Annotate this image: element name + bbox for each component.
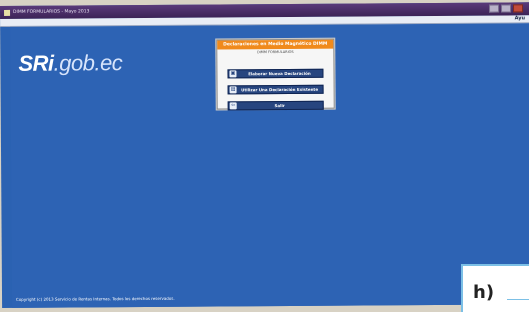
exit-button[interactable]: ⇦ Salir: [227, 100, 324, 111]
sri-logo: SRi.gob.ec: [18, 50, 122, 77]
figure-label-underline: [507, 299, 529, 300]
copyright-text: Copyright (c) 2013 Servicio de Rentas In…: [16, 295, 175, 302]
logo-main: SRi: [18, 50, 54, 76]
maximize-icon[interactable]: [501, 4, 512, 13]
window-controls: [489, 4, 524, 13]
open-declaration-button[interactable]: ▤ Utilizar Una Declaración Existente: [227, 84, 324, 95]
window-title: DIMM FORMULARIOS - Mayo 2013: [13, 9, 90, 15]
new-declaration-label: Elaborar Nueva Declaración: [248, 70, 311, 77]
figure-label: h): [461, 264, 529, 312]
dialog-subtitle: DIMM FORMULARIOS: [257, 49, 294, 55]
new-declaration-button[interactable]: ▣ Elaborar Nueva Declaración: [227, 68, 324, 79]
new-document-icon: ▣: [229, 70, 237, 78]
screen: DIMM FORMULARIOS - Mayo 2013 Ayu SRi.gob…: [0, 2, 529, 308]
open-declaration-label: Utilizar Una Declaración Existente: [241, 86, 319, 93]
open-folder-icon: ▤: [229, 86, 237, 94]
dialog-title: Declaraciones en Medio Magnético DIMM: [217, 39, 334, 50]
menu-help[interactable]: Ayu: [515, 15, 526, 21]
logo-sub: .gob.ec: [53, 50, 123, 76]
exit-icon: ⇦: [229, 102, 237, 110]
exit-label: Salir: [274, 103, 285, 109]
app-workspace: SRi.gob.ec Declaraciones en Medio Magnét…: [10, 23, 529, 308]
figure-label-text: h): [473, 282, 495, 303]
main-menu-dialog: Declaraciones en Medio Magnético DIMM DI…: [216, 38, 335, 111]
close-icon[interactable]: [513, 4, 524, 13]
app-icon: [4, 9, 11, 16]
minimize-icon[interactable]: [489, 4, 500, 13]
